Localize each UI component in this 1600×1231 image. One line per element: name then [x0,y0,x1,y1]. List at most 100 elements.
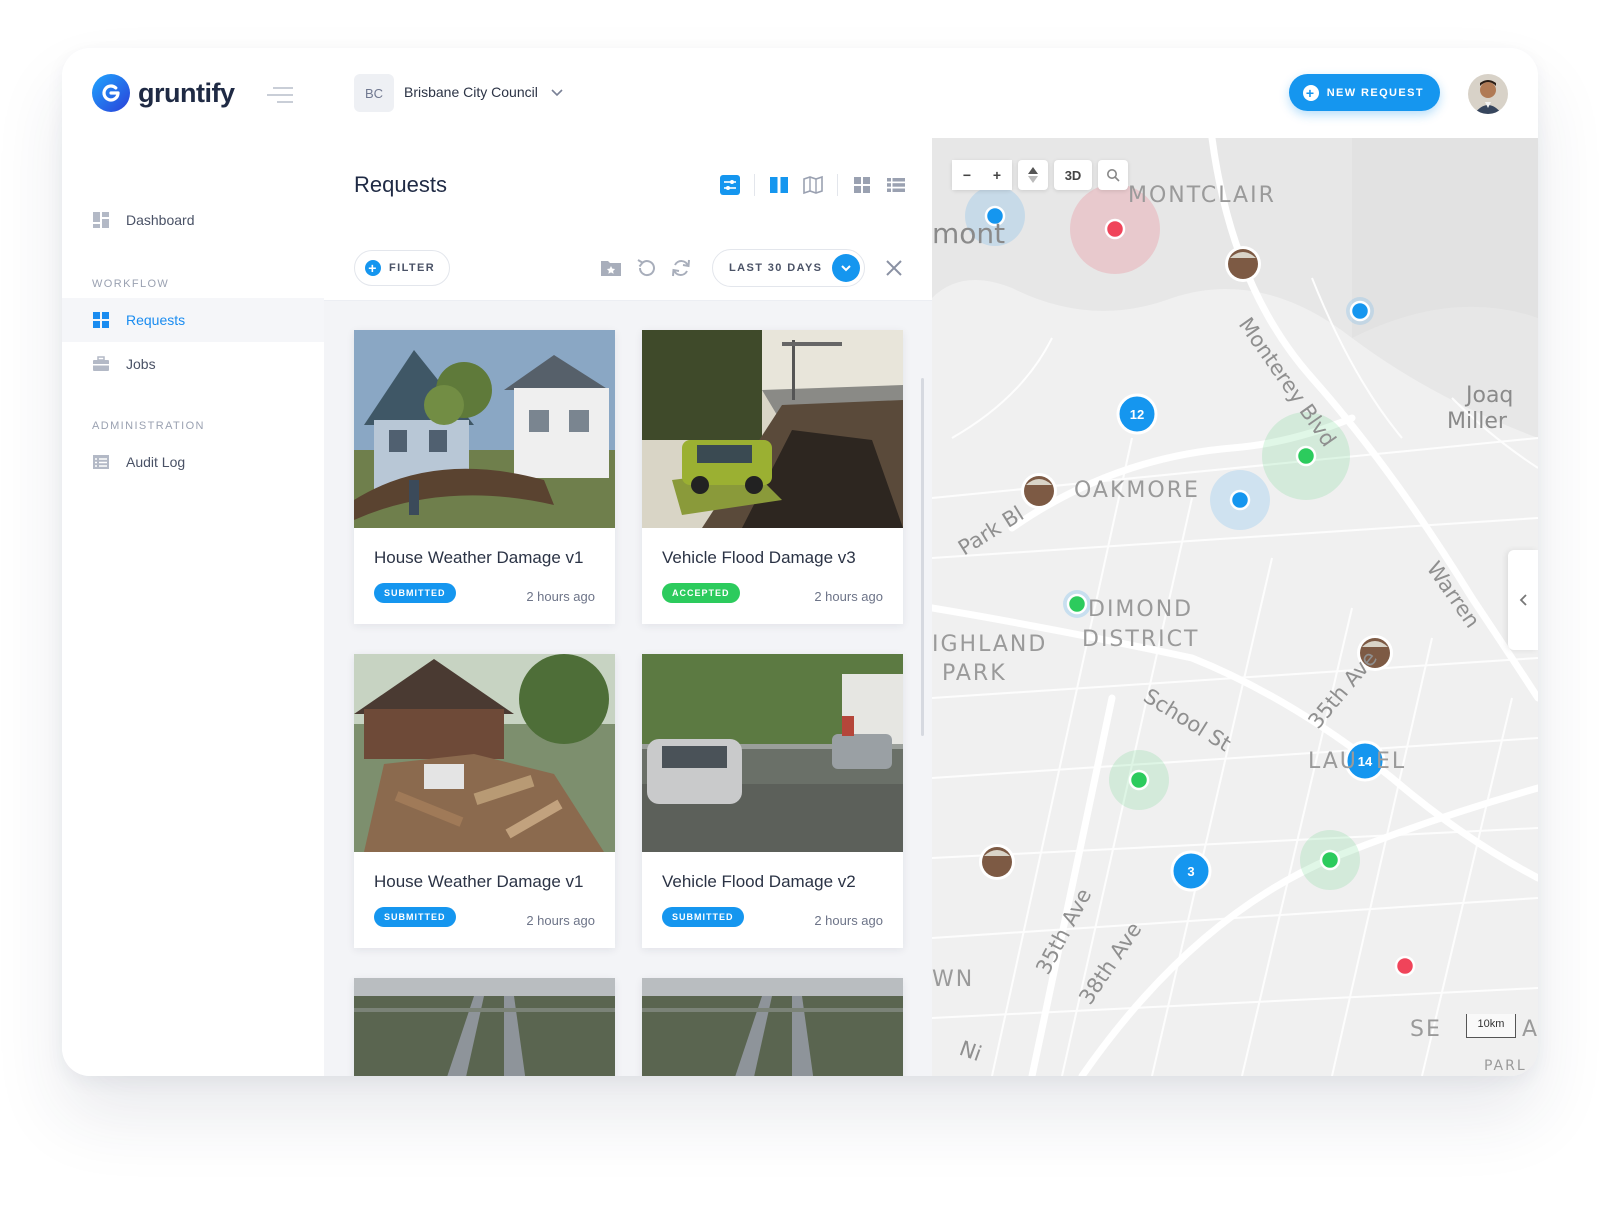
status-badge: SUBMITTED [374,583,456,603]
map-label: MONTCLAIR [1128,183,1276,208]
refresh-icon[interactable] [670,257,692,279]
close-icon[interactable] [885,259,903,277]
section-label-workflow: WORKFLOW [92,278,170,290]
map-view[interactable]: 12 14 3 MONTCLAIR mont OAKMORE DIMOND DI… [932,138,1538,1076]
section-label-administration: ADMINISTRATION [92,420,205,432]
cluster-count[interactable]: 3 [1187,864,1194,879]
sidebar-item-label: Dashboard [126,212,195,228]
dashboard-icon [93,212,109,228]
page-title: Requests [354,172,447,197]
map-controls: − + 3D [952,160,1128,190]
request-card[interactable] [354,978,615,1076]
compass-button[interactable] [1018,160,1048,190]
view-toggle-group [720,174,906,196]
sidebar-nav: Dashboard WORKFLOW Requests Jobs ADMINIS… [62,198,324,484]
request-title: House Weather Damage v1 [374,548,584,567]
user-avatar[interactable] [1468,74,1508,114]
filter-button[interactable]: + FILTER [354,250,451,286]
sidebar-item-label: Jobs [126,356,156,372]
status-badge: ACCEPTED [662,583,740,603]
logo[interactable]: gruntify [92,74,235,112]
filter-label: FILTER [389,262,436,274]
undo-icon[interactable] [635,257,657,279]
list-view-icon[interactable] [886,175,906,195]
request-card[interactable]: House Weather Damage v1 SUBMITTED 2 hour… [354,330,615,624]
org-initials-badge[interactable]: BC [354,74,394,112]
menu-collapse-icon[interactable] [267,86,295,104]
street-flood-photo [642,654,903,852]
sliders-icon[interactable] [720,175,740,195]
request-card[interactable]: Vehicle Flood Damage v3 ACCEPTED 2 hours… [642,330,903,624]
map-panel-toggle[interactable] [1508,550,1538,650]
grid-icon [93,312,109,328]
sidebar-item-label: Requests [126,312,186,328]
new-request-button[interactable]: + NEW REQUEST [1288,74,1440,111]
map-label: Joaq [1464,383,1513,408]
request-title: Vehicle Flood Damage v2 [662,872,856,891]
divider [754,174,755,196]
requests-panel: Requests + FILTER LAST 30 DAYS House Wea… [324,138,932,1076]
map-label: PARL [1484,1058,1527,1074]
user-avatar-image [1468,74,1508,114]
map-label: mont [932,217,1005,250]
request-card[interactable] [642,978,903,1076]
timestamp: 2 hours ago [526,589,595,604]
top-header: BC Brisbane City Council + NEW REQUEST [324,48,1538,139]
request-card[interactable]: House Weather Damage v1 SUBMITTED 2 hour… [354,654,615,948]
cluster-count[interactable]: 14 [1358,754,1373,769]
map-search-button[interactable] [1098,160,1128,190]
filter-bar: + FILTER LAST 30 DAYS [324,232,932,301]
sidebar-item-audit-log[interactable]: Audit Log [62,440,324,484]
date-range-label: LAST 30 DAYS [729,262,823,274]
saved-folder-icon[interactable] [600,257,622,279]
map-view-icon[interactable] [803,175,823,195]
map-label: DISTRICT [1082,627,1199,652]
briefcase-icon [93,356,109,371]
grid-view-icon[interactable] [852,175,872,195]
plus-icon: + [365,260,381,276]
map-label: EL [1376,749,1406,774]
timestamp: 2 hours ago [814,589,883,604]
sidebar-item-label: Audit Log [126,454,186,470]
map-label: DIMOND [1088,597,1193,622]
zoom-in-button[interactable]: + [982,160,1012,190]
compass-icon [1028,167,1038,183]
sidebar-item-requests[interactable]: Requests [62,298,324,342]
search-icon [1107,169,1120,182]
vehicle-flood-photo [642,330,903,528]
org-name[interactable]: Brisbane City Council [404,84,538,100]
requests-panel-header: Requests [324,138,932,233]
scrollbar-thumb[interactable] [921,378,924,736]
cluster-count[interactable]: 12 [1130,407,1144,422]
chevron-left-icon [1519,594,1527,606]
map-label: SE [1410,1017,1442,1042]
sidebar: gruntify Dashboard WORKFLOW Requests Job… [62,48,325,1076]
map-label: PARK [942,661,1007,686]
sidebar-item-dashboard[interactable]: Dashboard [62,198,324,242]
timestamp: 2 hours ago [526,913,595,928]
aerial-flood-photo [642,978,903,1076]
chevron-down-icon[interactable] [550,86,564,100]
app-window: gruntify Dashboard WORKFLOW Requests Job… [62,48,1538,1076]
date-range-select[interactable]: LAST 30 DAYS [712,249,866,287]
map-label: A [1522,1017,1538,1042]
request-card[interactable]: Vehicle Flood Damage v2 SUBMITTED 2 hour… [642,654,903,948]
request-title: House Weather Damage v1 [374,872,584,891]
map-scale: 10km [1466,1014,1516,1038]
map-label: WN [932,967,974,992]
3d-toggle-button[interactable]: 3D [1054,160,1092,190]
split-view-icon[interactable] [769,175,789,195]
map-canvas[interactable]: 12 14 3 MONTCLAIR mont OAKMORE DIMOND DI… [932,138,1538,1076]
map-label: LAU [1308,749,1358,774]
divider [837,174,838,196]
house-damage-photo [354,330,615,528]
sidebar-item-jobs[interactable]: Jobs [62,342,324,386]
request-title: Vehicle Flood Damage v3 [662,548,856,567]
brand-name: gruntify [138,77,235,108]
house-debris-photo [354,654,615,852]
zoom-controls: − + [952,160,1012,190]
map-label: IGHLAND [932,632,1047,657]
gruntify-logo-icon [92,74,130,112]
zoom-out-button[interactable]: − [952,160,982,190]
status-badge: SUBMITTED [662,907,744,927]
